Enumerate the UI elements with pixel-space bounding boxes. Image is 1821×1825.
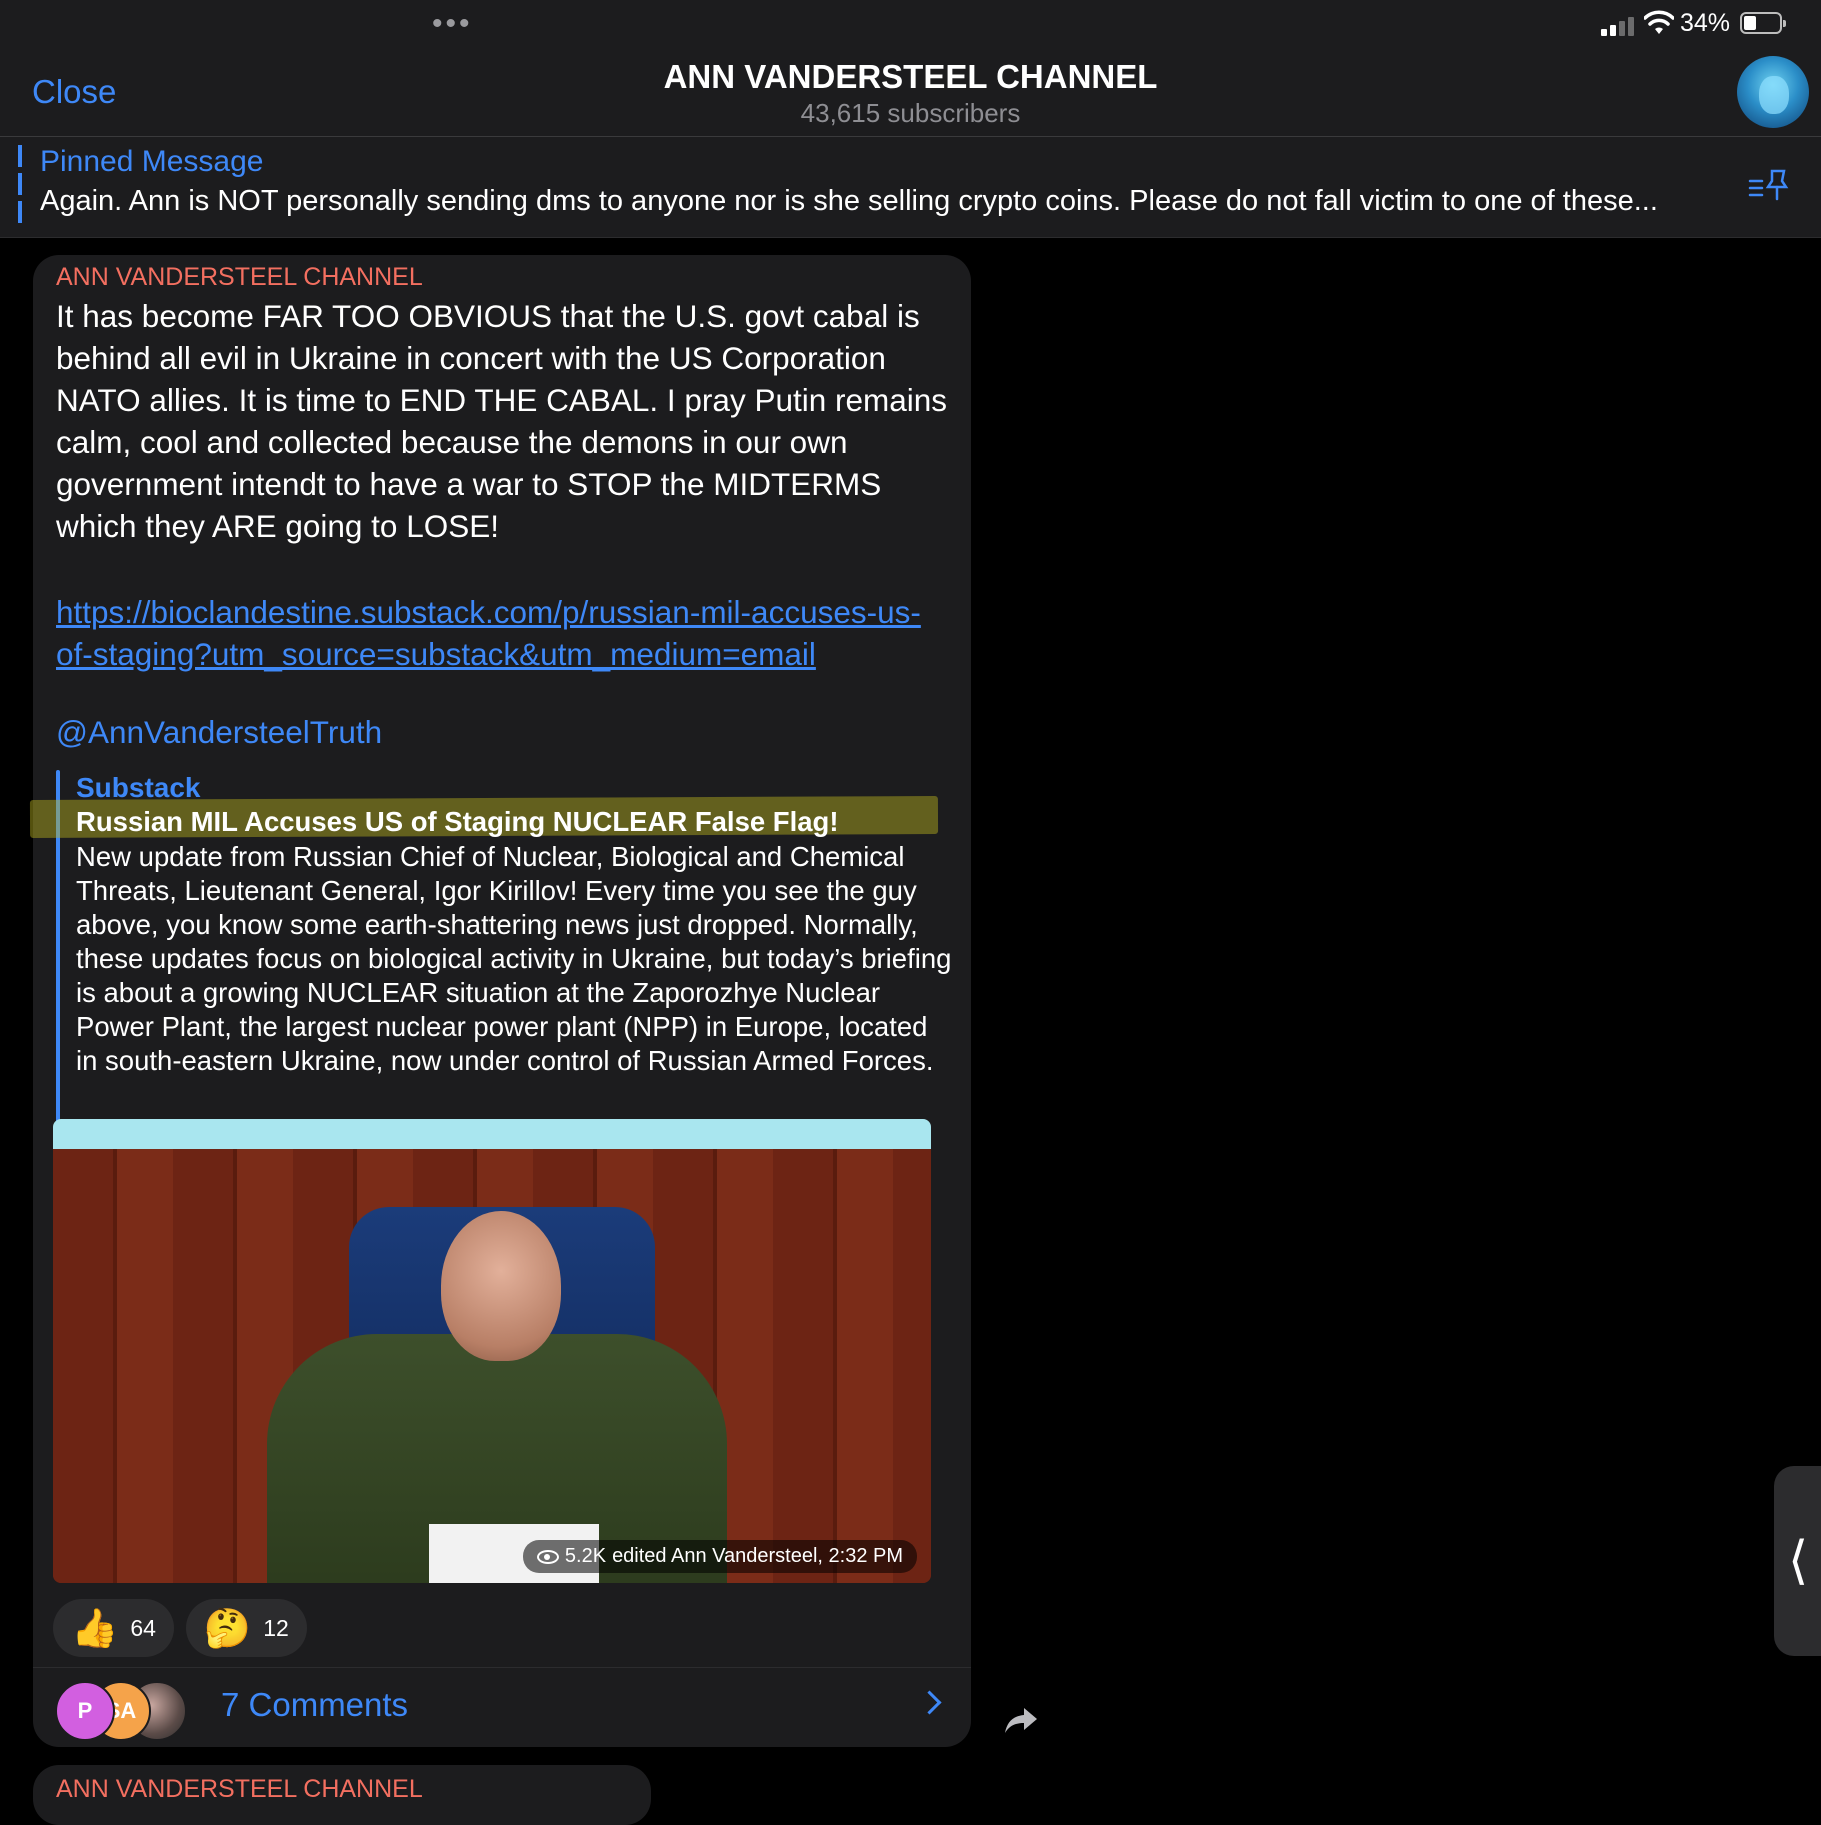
message-link[interactable]: https://bioclandestine.substack.com/p/ru… bbox=[56, 591, 956, 675]
chevron-left-icon: ⟨ bbox=[1788, 1532, 1809, 1590]
preview-image[interactable]: 5.2K edited Ann Vandersteel, 2:32 PM bbox=[53, 1119, 931, 1583]
more-dots-icon[interactable]: ••• bbox=[432, 9, 473, 39]
eye-icon bbox=[536, 1549, 559, 1564]
chevron-right-icon bbox=[917, 1690, 942, 1715]
image-head bbox=[441, 1211, 561, 1361]
comments-label: 7 Comments bbox=[221, 1686, 409, 1723]
status-bar: ••• 34% bbox=[0, 0, 1821, 48]
battery-percent: 34% bbox=[1680, 9, 1731, 37]
reactions: 👍 64 🤔 12 bbox=[53, 1599, 307, 1657]
pin-list-icon[interactable] bbox=[1748, 167, 1790, 203]
channel-header: Close ANN VANDERSTEEL CHANNEL 43,615 sub… bbox=[0, 48, 1821, 137]
pinned-label: Pinned Message bbox=[40, 145, 264, 178]
thinking-face-icon: 🤔 bbox=[203, 1606, 252, 1650]
pinned-indicator bbox=[18, 145, 22, 227]
share-icon[interactable] bbox=[1004, 1706, 1038, 1734]
channel-title[interactable]: ANN VANDERSTEEL CHANNEL bbox=[0, 58, 1821, 96]
thumbs-up-icon: 👍 bbox=[71, 1606, 119, 1650]
message-sender[interactable]: ANN VANDERSTEEL CHANNEL bbox=[56, 263, 423, 292]
reaction-thinking[interactable]: 🤔 12 bbox=[185, 1599, 307, 1657]
comments-button[interactable]: SA P 7 Comments bbox=[33, 1668, 971, 1747]
signal-icon bbox=[1601, 14, 1637, 36]
wifi-icon bbox=[1644, 10, 1674, 34]
edited-timestamp: edited Ann Vandersteel, 2:32 PM bbox=[612, 1545, 903, 1567]
pinned-text: Again. Ann is NOT personally sending dms… bbox=[40, 185, 1658, 217]
reaction-count: 12 bbox=[263, 1614, 289, 1641]
preview-site-name: Substack bbox=[76, 772, 201, 803]
message-text: It has become FAR TOO OBVIOUS that the U… bbox=[56, 298, 948, 544]
preview-title: Russian MIL Accuses US of Staging NUCLEA… bbox=[76, 806, 839, 837]
subscriber-count: 43,615 subscribers bbox=[800, 98, 1021, 128]
view-count: 5.2K bbox=[564, 1545, 607, 1567]
battery-icon bbox=[1740, 12, 1786, 34]
message-bubble[interactable]: ANN VANDERSTEEL CHANNEL It has become FA… bbox=[29, 255, 971, 1747]
commenter-avatar: P bbox=[55, 1681, 115, 1741]
reaction-thumbs-up[interactable]: 👍 64 bbox=[53, 1599, 174, 1657]
message-bubble[interactable]: ANN VANDERSTEEL CHANNEL bbox=[33, 1765, 651, 1825]
message-mention[interactable]: @AnnVandersteelTruth bbox=[56, 714, 382, 751]
channel-avatar[interactable] bbox=[1737, 56, 1809, 128]
reaction-count: 64 bbox=[130, 1614, 156, 1641]
pinned-message-bar[interactable]: Pinned Message Again. Ann is NOT persona… bbox=[0, 137, 1821, 238]
message-meta: 5.2K edited Ann Vandersteel, 2:32 PM bbox=[522, 1540, 917, 1573]
preview-description: New update from Russian Chief of Nuclear… bbox=[76, 841, 952, 1076]
side-panel-handle[interactable]: ⟨ bbox=[1774, 1466, 1821, 1656]
